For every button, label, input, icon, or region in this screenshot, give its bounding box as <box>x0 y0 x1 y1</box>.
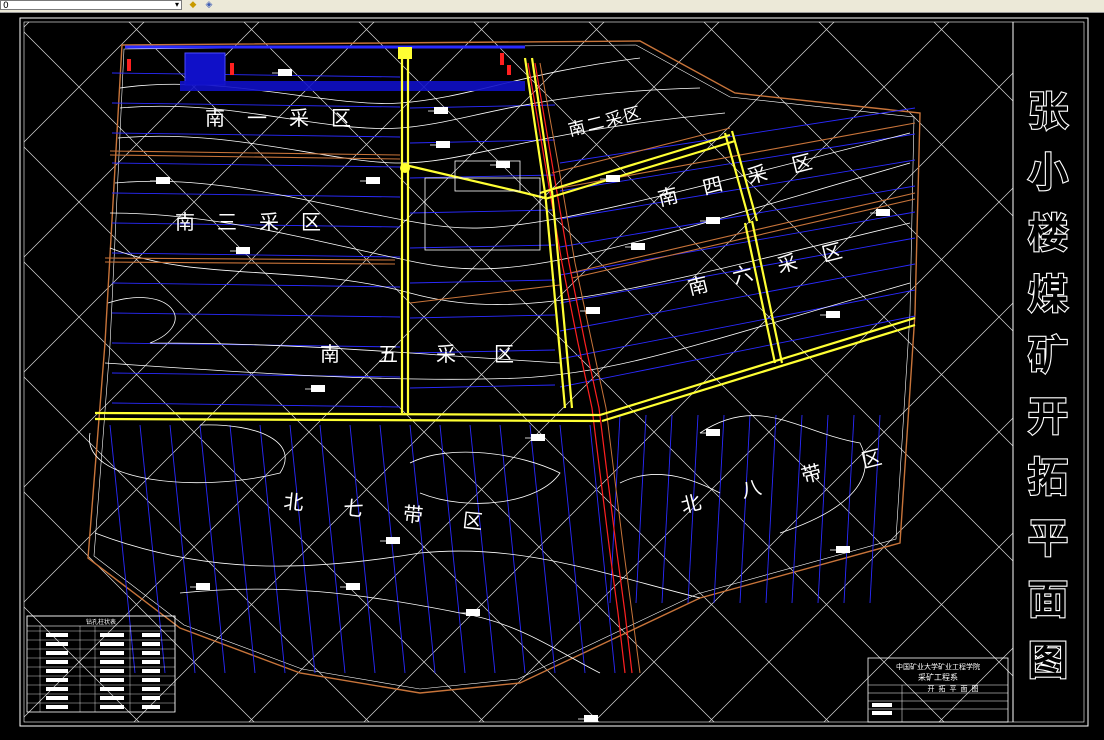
layer-previous-icon[interactable]: ◈ <box>202 0 216 10</box>
university-name: 中国矿业大学矿业工程学院 <box>896 662 980 671</box>
drawing-canvas[interactable]: 南一采区 南二采区 南三采区 南四采区 南五采区 南六采区 北七带区 北八带区 … <box>0 13 1104 736</box>
layer-state-icon[interactable]: ◆ <box>186 0 200 10</box>
title-char-7: 平 <box>1028 516 1068 562</box>
title-char-6: 拓 <box>1028 455 1068 501</box>
main-shaft <box>398 47 412 59</box>
layer-dropdown[interactable]: 0 <box>0 0 182 11</box>
marker-red-2 <box>230 63 234 75</box>
title-char-3: 煤 <box>1028 272 1068 318</box>
zone-label-s1: 南一采区 <box>205 106 373 130</box>
mine-plan-drawing: 南一采区 南二采区 南三采区 南四采区 南五采区 南六采区 北七带区 北八带区 … <box>19 17 1089 727</box>
shaft-pillar <box>424 177 541 251</box>
marker-red-4 <box>507 65 511 75</box>
coordinate-grid <box>24 22 1013 722</box>
title-char-5: 开 <box>1028 394 1068 440</box>
drawing-name: 开拓平面图 <box>928 684 983 693</box>
inner-frame <box>23 21 1085 723</box>
industrial-site-block <box>184 52 226 86</box>
industrial-site-strip <box>180 81 525 91</box>
zone-label-s5: 南五采区 <box>320 342 552 366</box>
zone-labels: 南一采区 南二采区 南三采区 南四采区 南五采区 南六采区 北七带区 北八带区 <box>175 103 925 538</box>
title-char-9: 图 <box>1028 638 1068 684</box>
title-char-2: 楼 <box>1028 211 1068 257</box>
chevron-down-icon[interactable]: ▾ <box>172 0 182 10</box>
legend-title: 钻孔柱状表 <box>86 618 116 626</box>
title-char-4: 矿 <box>1028 333 1068 379</box>
zone-label-s3: 南三采区 <box>175 210 343 234</box>
zone-label-n7: 北七带区 <box>282 489 523 538</box>
zone-label-n8: 北八带区 <box>678 435 924 518</box>
marker-red-1 <box>127 59 131 71</box>
title-char-0: 张 <box>1028 89 1068 135</box>
title-char-8: 面 <box>1028 577 1068 623</box>
vertical-title: 张小楼煤矿开拓平面图 <box>1027 88 1069 685</box>
legend-table: 钻孔柱状表 <box>26 615 176 713</box>
title-char-1: 小 <box>1028 150 1068 196</box>
cad-toolbar: 0 ▾ ◆ ◈ <box>0 0 1104 13</box>
outer-frame <box>19 17 1089 727</box>
shaft-bottom <box>400 163 410 173</box>
department-name: 采矿工程系 <box>918 672 958 682</box>
title-block: 中国矿业大学矿业工程学院 采矿工程系 开拓平面图 <box>867 657 1009 723</box>
marker-red-3 <box>500 53 504 65</box>
